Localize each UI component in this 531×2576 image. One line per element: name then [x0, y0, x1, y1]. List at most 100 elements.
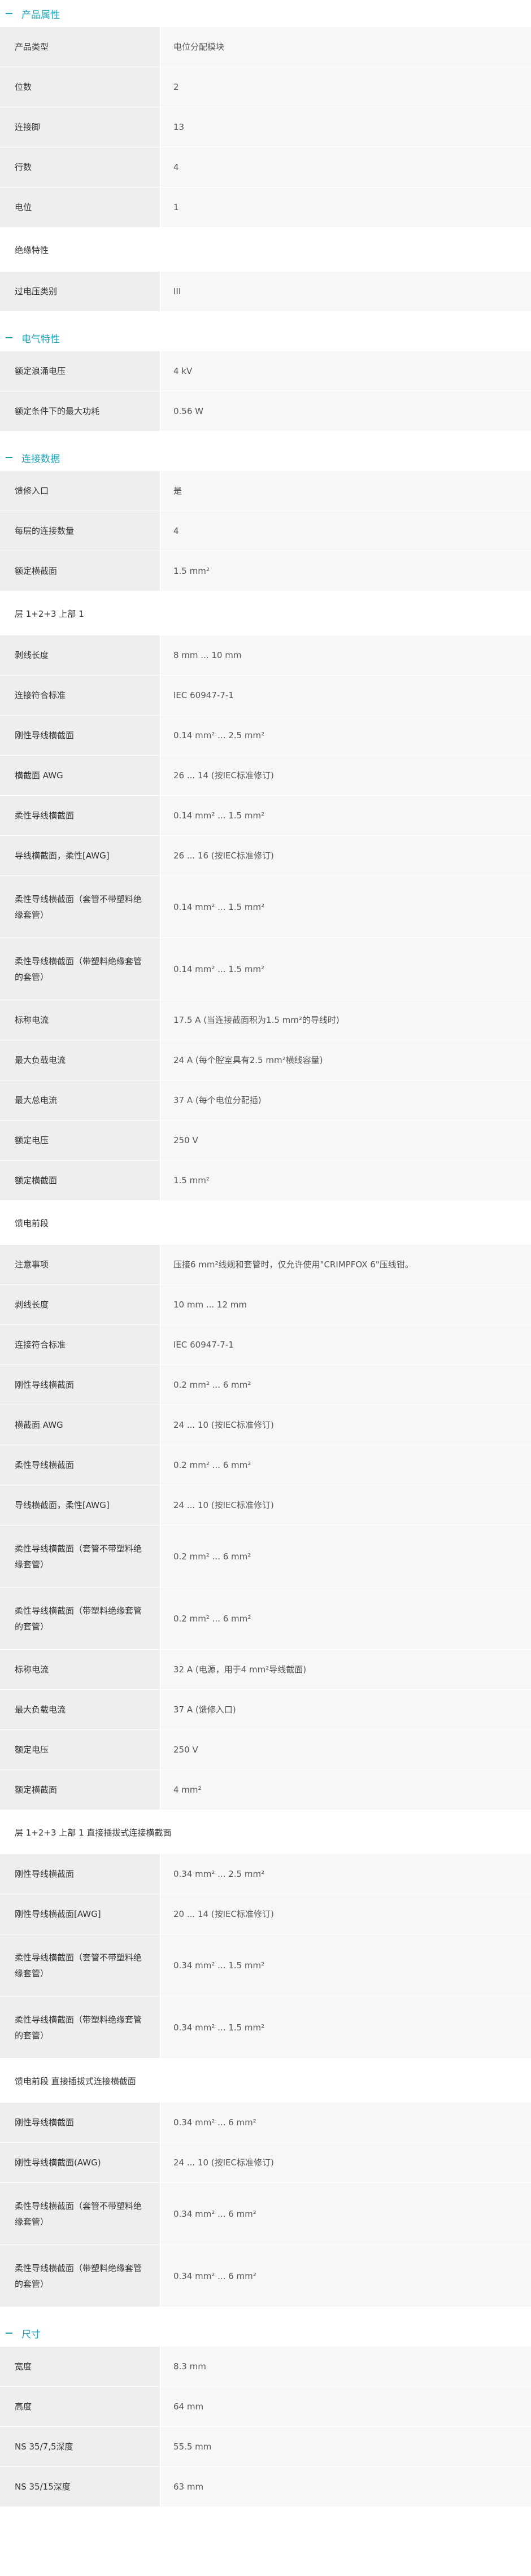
spec-label: 柔性导线横截面（套管不带塑料绝缘套管）: [0, 1525, 161, 1587]
spec-value: 4 kV: [161, 351, 531, 391]
spec-value: 电位分配模块: [161, 27, 531, 67]
spec-value: 0.2 mm² ... 6 mm²: [161, 1588, 531, 1649]
spec-value: 20 ... 14 (按IEC标准修订): [161, 1894, 531, 1934]
spec-row: 剥线长度 8 mm ... 10 mm: [0, 635, 531, 675]
spec-label: 馈修入口: [0, 471, 161, 511]
spec-label: 产品类型: [0, 27, 161, 67]
section-header-product[interactable]: 产品属性: [0, 0, 531, 27]
spec-row: 横截面 AWG 24 ... 10 (按IEC标准修订): [0, 1405, 531, 1445]
spec-row: 电位 1: [0, 188, 531, 228]
spec-label: 柔性导线横截面（带塑料绝缘套管的套管）: [0, 1588, 161, 1649]
spec-value: 0.34 mm² ... 2.5 mm²: [161, 1854, 531, 1894]
spec-row: 柔性导线横截面（套管不带塑料绝缘套管） 0.2 mm² ... 6 mm²: [0, 1525, 531, 1588]
spec-row: 柔性导线横截面 0.2 mm² ... 6 mm²: [0, 1445, 531, 1485]
spec-label: 标称电流: [0, 1000, 161, 1040]
spec-value: 26 ... 16 (按IEC标准修订): [161, 836, 531, 875]
spec-value: 24 ... 10 (按IEC标准修订): [161, 2143, 531, 2182]
spec-value: 0.2 mm² ... 6 mm²: [161, 1525, 531, 1587]
spec-value: 0.14 mm² ... 1.5 mm²: [161, 796, 531, 835]
product-rows: 产品类型 电位分配模块 位数 2 连接脚 13 行数 4 电位 1: [0, 27, 531, 228]
spec-row: 标称电流 32 A (电源，用于4 mm²导线截面): [0, 1650, 531, 1690]
spec-label: 额定浪涌电压: [0, 351, 161, 391]
spec-row: 额定电压 250 V: [0, 1730, 531, 1770]
spec-value: 24 ... 10 (按IEC标准修订): [161, 1405, 531, 1445]
spec-value: 2: [161, 67, 531, 107]
spec-label: 额定横截面: [0, 1770, 161, 1810]
spec-value: 0.2 mm² ... 6 mm²: [161, 1365, 531, 1405]
spec-label: 刚性导线横截面(AWG): [0, 2143, 161, 2182]
spec-row: 柔性导线横截面（套管不带塑料绝缘套管） 0.14 mm² ... 1.5 mm²: [0, 876, 531, 938]
spec-row: NS 35/7,5深度 55.5 mm: [0, 2427, 531, 2467]
electrical-rows: 额定浪涌电压 4 kV 额定条件下的最大功耗 0.56 W: [0, 351, 531, 431]
spec-row: 额定条件下的最大功耗 0.56 W: [0, 391, 531, 431]
spec-label: 导线横截面，柔性[AWG]: [0, 1485, 161, 1525]
spec-label: 最大总电流: [0, 1080, 161, 1120]
spec-label: 电位: [0, 188, 161, 227]
spec-value: 24 ... 10 (按IEC标准修订): [161, 1485, 531, 1525]
spec-label: 柔性导线横截面（套管不带塑料绝缘套管）: [0, 2183, 161, 2244]
spec-value: 64 mm: [161, 2387, 531, 2426]
level-direct-plug-rows: 刚性导线横截面 0.34 mm² ... 2.5 mm² 刚性导线横截面[AWG] 2…: [0, 1854, 531, 2059]
spec-row: 柔性导线横截面（带塑料绝缘套管的套管） 0.14 mm² ... 1.5 mm²: [0, 938, 531, 1000]
section-header-connection[interactable]: 连接数据: [0, 444, 531, 471]
spec-value: 0.34 mm² ... 6 mm²: [161, 2103, 531, 2142]
spec-label: 最大负载电流: [0, 1690, 161, 1729]
spec-row: 柔性导线横截面（带塑料绝缘套管的套管） 0.34 mm² ... 6 mm²: [0, 2245, 531, 2307]
spec-row: 刚性导线横截面(AWG) 24 ... 10 (按IEC标准修订): [0, 2143, 531, 2183]
spec-value: 26 ... 14 (按IEC标准修订): [161, 756, 531, 795]
spec-row: 刚性导线横截面 0.2 mm² ... 6 mm²: [0, 1365, 531, 1405]
spec-row: 刚性导线横截面 0.34 mm² ... 6 mm²: [0, 2103, 531, 2143]
spec-value: 0.34 mm² ... 6 mm²: [161, 2245, 531, 2307]
spec-value: IEC 60947-7-1: [161, 675, 531, 715]
spec-row: 导线横截面，柔性[AWG] 26 ... 16 (按IEC标准修订): [0, 836, 531, 876]
section-title: 尺寸: [21, 2329, 41, 2340]
spec-row: 横截面 AWG 26 ... 14 (按IEC标准修订): [0, 756, 531, 796]
spec-value: 1.5 mm²: [161, 1161, 531, 1200]
spec-label: 高度: [0, 2387, 161, 2426]
spec-value: 13: [161, 107, 531, 147]
spec-label: 每层的连接数量: [0, 511, 161, 551]
spec-row: 连接符合标准 IEC 60947-7-1: [0, 675, 531, 716]
spec-label: 刚性导线横截面: [0, 1854, 161, 1894]
spec-row: 额定浪涌电压 4 kV: [0, 351, 531, 391]
spec-label: 额定横截面: [0, 551, 161, 591]
section-title: 连接数据: [21, 453, 60, 465]
spec-value: 55.5 mm: [161, 2427, 531, 2466]
spec-value: 63 mm: [161, 2467, 531, 2507]
spec-value: 37 A (每个电位分配插): [161, 1080, 531, 1120]
feed-direct-plug-rows: 刚性导线横截面 0.34 mm² ... 6 mm² 刚性导线横截面(AWG) 24 …: [0, 2103, 531, 2307]
spec-value: 1.5 mm²: [161, 551, 531, 591]
spec-value: 250 V: [161, 1730, 531, 1769]
group-title-level-1-2-3: 层 1+2+3 上部 1: [0, 591, 531, 635]
feed-front-rows: 注意事项 压接6 mm²线规和套管时，仅允许使用"CRIMPFOX 6"压线钳。剥…: [0, 1245, 531, 1810]
spec-row: 额定横截面 1.5 mm²: [0, 1161, 531, 1201]
section-header-electrical[interactable]: 电气特性: [0, 324, 531, 351]
spec-label: 横截面 AWG: [0, 756, 161, 795]
spec-label: 柔性导线横截面（带塑料绝缘套管的套管）: [0, 2245, 161, 2307]
spec-label: 连接脚: [0, 107, 161, 147]
spec-value: 0.34 mm² ... 1.5 mm²: [161, 1997, 531, 2058]
spec-value: 37 A (馈修入口): [161, 1690, 531, 1729]
spec-row: 柔性导线横截面（套管不带塑料绝缘套管） 0.34 mm² ... 1.5 mm²: [0, 1934, 531, 1997]
spec-label: 最大负载电流: [0, 1040, 161, 1080]
spec-label: 行数: [0, 147, 161, 187]
spec-value: 24 A (每个腔室具有2.5 mm²横线容量): [161, 1040, 531, 1080]
section-header-dimensions[interactable]: 尺寸: [0, 2320, 531, 2347]
spec-value: 0.56 W: [161, 391, 531, 431]
spec-value: IEC 60947-7-1: [161, 1325, 531, 1365]
spec-row: 柔性导线横截面（套管不带塑料绝缘套管） 0.34 mm² ... 6 mm²: [0, 2183, 531, 2245]
group-title-level-direct-plug: 层 1+2+3 上部 1 直接插拔式连接横截面: [0, 1810, 531, 1854]
spec-label: 刚性导线横截面: [0, 716, 161, 755]
spec-row: 注意事项 压接6 mm²线规和套管时，仅允许使用"CRIMPFOX 6"压线钳。: [0, 1245, 531, 1285]
spec-label: 导线横截面，柔性[AWG]: [0, 836, 161, 875]
spec-label: 柔性导线横截面: [0, 796, 161, 835]
spec-label: NS 35/7,5深度: [0, 2427, 161, 2466]
collapse-dash-icon: [6, 2333, 12, 2334]
spec-row: 过电压类别 III: [0, 272, 531, 312]
spec-row: 额定电压 250 V: [0, 1121, 531, 1161]
spec-value: 8.3 mm: [161, 2347, 531, 2386]
spec-value: 0.14 mm² ... 1.5 mm²: [161, 876, 531, 938]
section-title: 产品属性: [21, 9, 60, 21]
